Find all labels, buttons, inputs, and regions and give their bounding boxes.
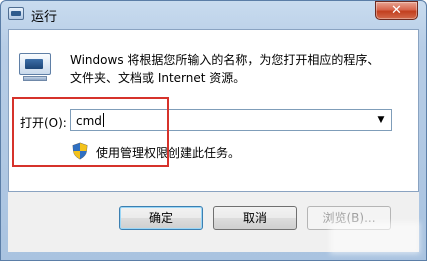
- run-dialog-icon: [18, 53, 52, 83]
- description-line-1: Windows 将根据您所输入的名称，为您打开相应的程序、: [70, 53, 380, 67]
- run-dialog-window: 运行 ✕ Windows 将根据您所输入的名称，为您打开相应的程序、 文件夹、文…: [0, 0, 427, 261]
- description-line-2: 文件夹、文档或 Internet 资源。: [70, 71, 246, 85]
- close-button[interactable]: ✕: [375, 1, 418, 20]
- cancel-button[interactable]: 取消: [213, 206, 297, 230]
- watermark-overlay: [330, 222, 420, 254]
- highlight-box: [12, 97, 169, 167]
- close-icon: ✕: [391, 3, 402, 18]
- window-title: 运行: [31, 10, 58, 25]
- chevron-down-icon[interactable]: ▼: [373, 112, 389, 128]
- title-bar[interactable]: 运行 ✕: [0, 0, 427, 28]
- run-icon: [8, 7, 24, 20]
- dialog-description: Windows 将根据您所输入的名称，为您打开相应的程序、 文件夹、文档或 In…: [70, 51, 390, 87]
- ok-button[interactable]: 确定: [119, 206, 203, 230]
